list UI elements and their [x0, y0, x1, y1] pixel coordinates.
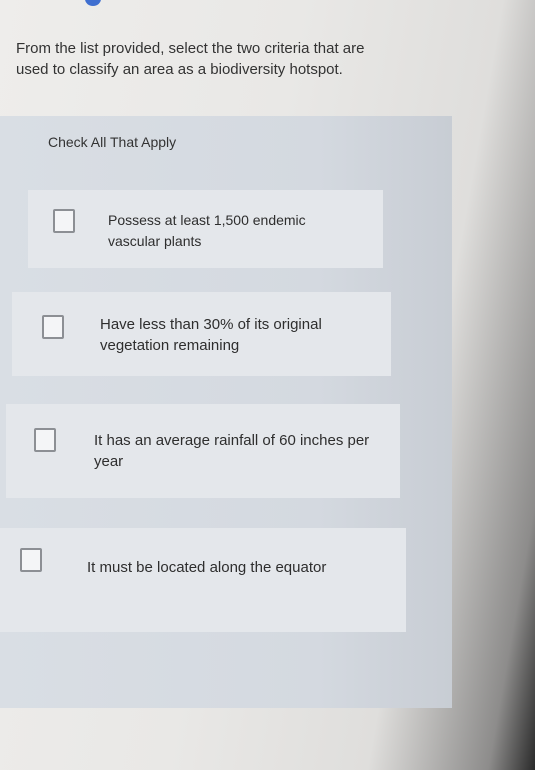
option-2[interactable]: Have less than 30% of its original veget…: [12, 292, 391, 376]
instruction-text: Check All That Apply: [48, 134, 177, 150]
question-text: From the list provided, select the two c…: [16, 40, 365, 78]
top-strip: [0, 0, 535, 8]
cut-off-header-text: [6, 0, 10, 5]
option-4[interactable]: It must be located along the equator: [0, 528, 406, 632]
checkbox[interactable]: [42, 315, 64, 339]
option-label: It has an average rainfall of 60 inches …: [94, 432, 370, 470]
option-label: Have less than 30% of its original veget…: [100, 316, 322, 354]
checkbox[interactable]: [53, 209, 75, 233]
checkbox[interactable]: [34, 428, 56, 452]
checkbox[interactable]: [20, 548, 42, 572]
option-label: It must be located along the equator: [87, 559, 327, 576]
option-3[interactable]: It has an average rainfall of 60 inches …: [6, 404, 400, 498]
option-label: Possess at least 1,500 endemic vascular …: [108, 212, 306, 249]
option-1[interactable]: Possess at least 1,500 endemic vascular …: [28, 190, 383, 268]
progress-badge: [85, 0, 101, 6]
